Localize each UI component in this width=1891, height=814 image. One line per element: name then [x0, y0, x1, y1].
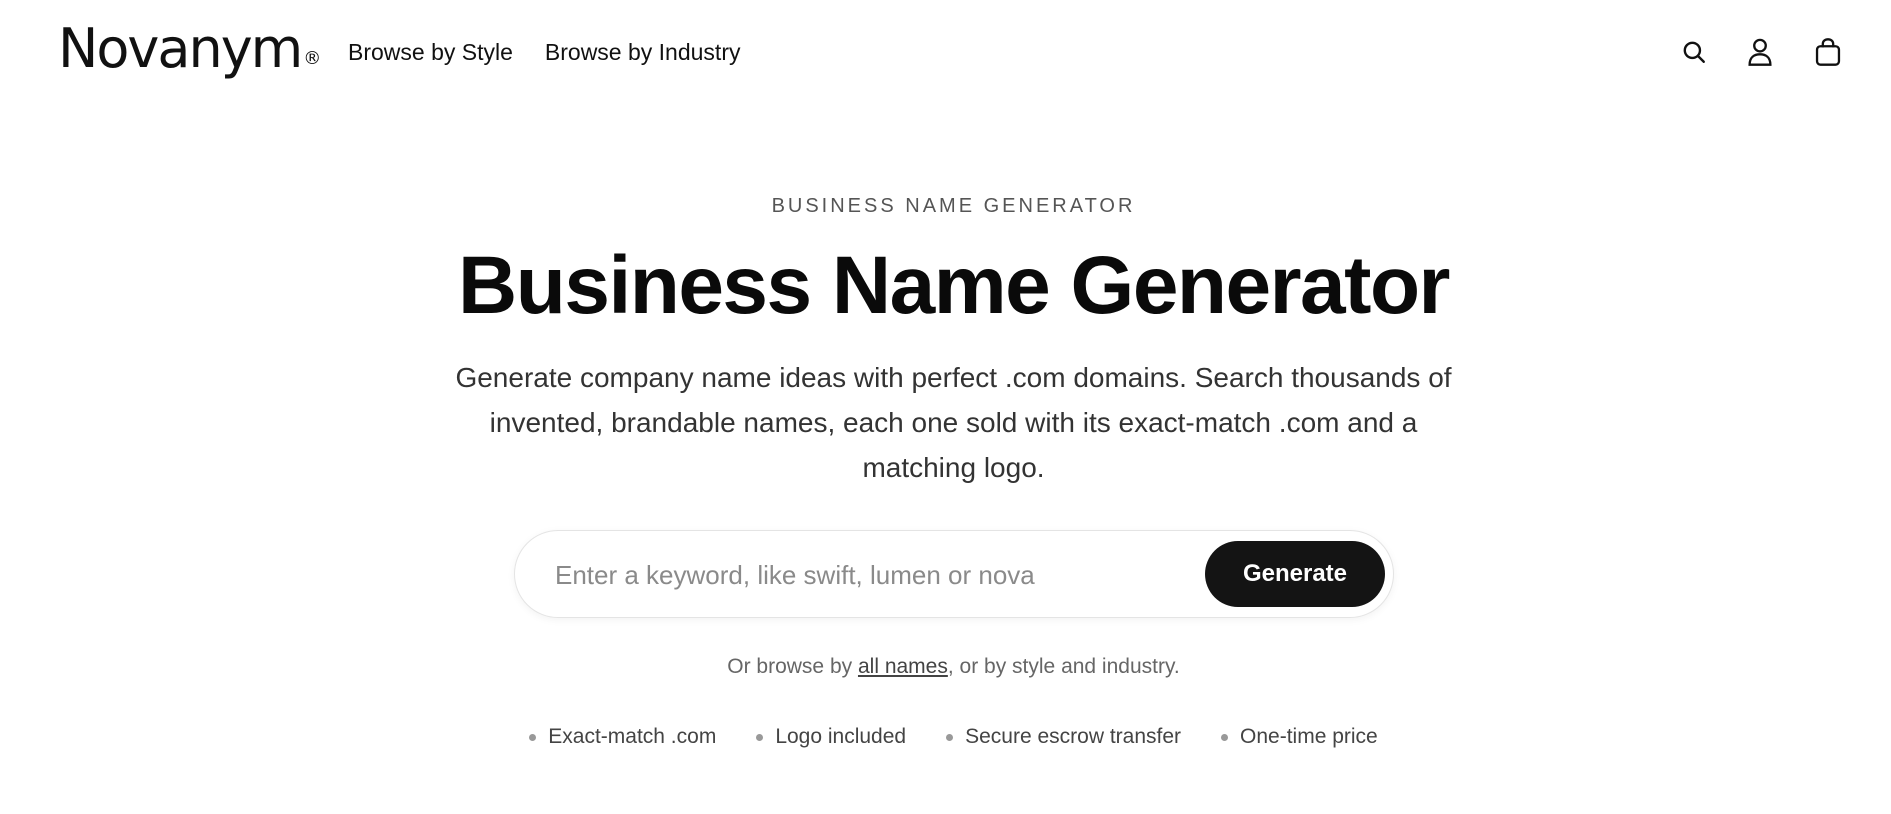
feature-item: One-time price — [1221, 722, 1378, 752]
feature-label: One-time price — [1240, 725, 1378, 748]
feature-item: Exact-match .com — [529, 722, 716, 752]
account-button[interactable] — [1738, 30, 1782, 74]
feature-item: Logo included — [756, 722, 906, 752]
site-header: Novanym ® Browse by Style Browse by Indus… — [0, 0, 1891, 104]
feature-label: Exact-match .com — [548, 725, 717, 748]
page-title: Business Name Generator — [458, 240, 1450, 331]
bullet-dot-icon — [946, 733, 954, 741]
shopping-bag-icon — [1815, 38, 1841, 66]
generate-button[interactable]: Generate — [1205, 541, 1385, 607]
search-icon — [1683, 41, 1705, 63]
feature-label: Logo included — [775, 725, 907, 748]
header-actions — [0, 30, 1891, 74]
bullet-dot-icon — [1221, 733, 1229, 741]
keyword-search-input[interactable] — [553, 551, 1193, 599]
browse-suffix: , or by style and industry. — [947, 655, 1180, 678]
feature-item: Secure escrow transfer — [946, 722, 1181, 752]
user-icon — [1748, 38, 1772, 66]
hero-eyebrow: BUSINESS NAME GENERATOR — [771, 195, 1136, 217]
cart-button[interactable] — [1806, 30, 1850, 74]
feature-list: Exact-match .com Logo included Secure es… — [0, 722, 1891, 752]
hero-subtitle: Generate company name ideas with perfect… — [455, 362, 1452, 483]
search-form: Generate — [514, 530, 1394, 618]
browse-prefix: Or browse by — [727, 655, 858, 678]
bullet-dot-icon — [529, 733, 537, 741]
feature-label: Secure escrow transfer — [965, 725, 1182, 748]
browse-hint: Or browse by all names, or by style and … — [0, 652, 1891, 682]
search-button[interactable] — [1672, 30, 1716, 74]
all-names-link[interactable]: all names — [858, 655, 948, 678]
bullet-dot-icon — [756, 733, 764, 741]
